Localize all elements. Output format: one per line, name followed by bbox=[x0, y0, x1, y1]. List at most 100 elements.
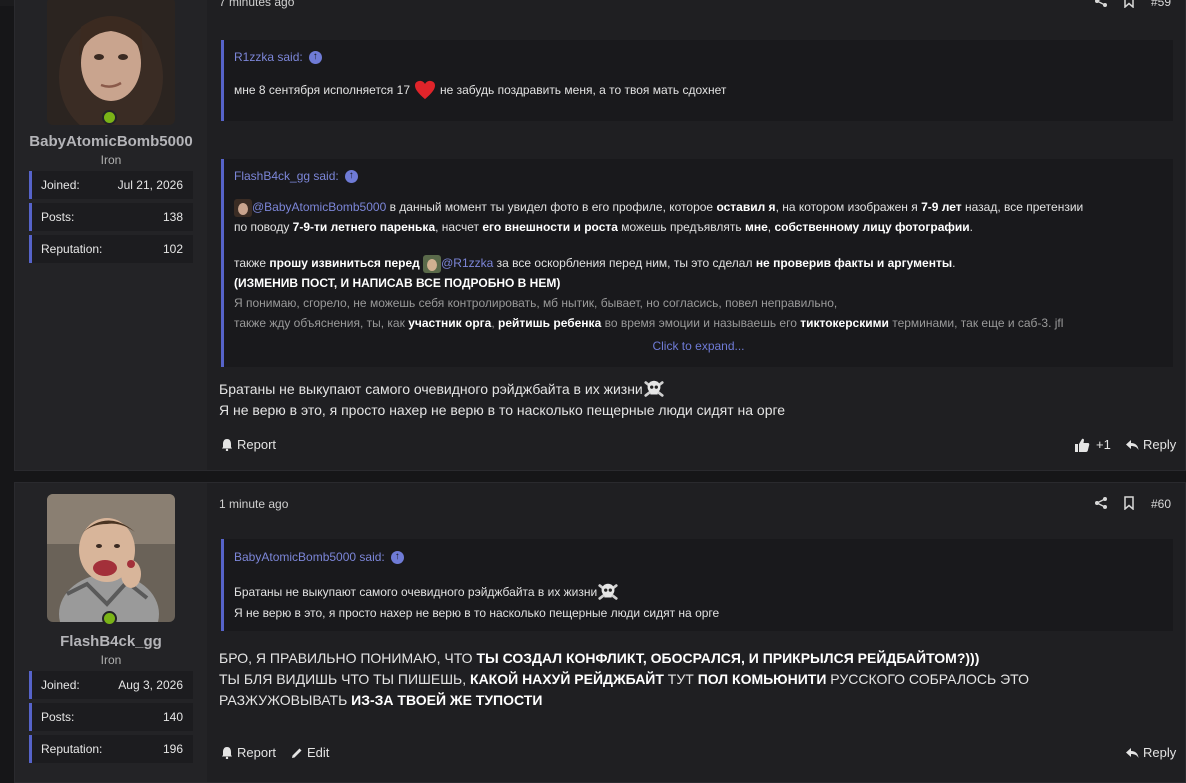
text: ТЫ БЛЯ ВИДИШЬ ЧТО ТЫ ПИШЕШЬ, bbox=[219, 671, 471, 687]
report-label[interactable]: Report bbox=[237, 437, 276, 452]
report-button[interactable]: Report bbox=[221, 745, 276, 760]
reaction-count[interactable]: +1 bbox=[1096, 437, 1111, 452]
quote-text-part: не забудь поздравить меня, а то твоя мат… bbox=[440, 83, 727, 97]
reply-button[interactable]: Reply bbox=[1125, 745, 1176, 760]
upvote-icon[interactable]: ↑ bbox=[308, 50, 322, 64]
text: назад, все претензии bbox=[961, 200, 1084, 214]
stat-label: Joined: bbox=[41, 178, 80, 192]
quote-author[interactable]: FlashB4ck_gg said: ↑ bbox=[234, 169, 358, 183]
user-mention[interactable]: @BabyAtomicBomb5000 bbox=[252, 200, 386, 214]
heart-emoji bbox=[415, 80, 435, 100]
stat-joined: Joined: Aug 3, 2026 bbox=[29, 671, 193, 699]
post-59: BabyAtomicBomb5000 Iron Joined: Jul 21, … bbox=[14, 0, 1186, 471]
edit-label[interactable]: Edit bbox=[307, 745, 329, 760]
quote-author-label[interactable]: R1zzka said: bbox=[234, 50, 303, 64]
stat-label: Posts: bbox=[41, 710, 75, 724]
stat-label: Reputation: bbox=[41, 242, 103, 256]
text: за все оскорбления перед ним, ты это сде… bbox=[493, 256, 756, 270]
bold-text: оставил я bbox=[716, 200, 776, 214]
bold-text: 7-9-ти летнего паренька bbox=[292, 220, 436, 234]
quote-block: BabyAtomicBomb5000 said: ↑ Братаны не вы… bbox=[221, 539, 1173, 631]
quote-author[interactable]: R1zzka said: ↑ bbox=[234, 50, 322, 64]
skull-emoji bbox=[644, 380, 664, 397]
expand-link[interactable]: Click to expand... bbox=[224, 339, 1173, 353]
report-button[interactable]: Report bbox=[221, 437, 276, 452]
stat-reputation: Reputation: 102 bbox=[29, 235, 193, 263]
quote-text: Братаны не выкупают самого очевидного рэ… bbox=[234, 581, 719, 623]
thumbs-up-icon bbox=[1075, 438, 1090, 452]
post-body: БРО, Я ПРАВИЛЬНО ПОНИМАЮ, ЧТО ТЫ СОЗДАЛ … bbox=[219, 648, 1029, 711]
report-label[interactable]: Report bbox=[237, 745, 276, 760]
bold-text: ИЗ-ЗА ТВОЕЙ ЖЕ ТУПОСТИ bbox=[351, 692, 543, 708]
avatar[interactable] bbox=[47, 0, 175, 125]
text: по поводу bbox=[234, 220, 293, 234]
mention-avatar bbox=[423, 254, 442, 273]
share-icon[interactable] bbox=[1093, 495, 1109, 511]
text: , на котором изображен я bbox=[775, 200, 922, 214]
bold-text: ТЫ СОЗДАЛ КОНФЛИКТ, ОБОСРАЛСЯ, И ПРИКРЫЛ… bbox=[476, 650, 980, 666]
stat-posts: Posts: 138 bbox=[29, 203, 193, 231]
stat-label: Posts: bbox=[41, 210, 75, 224]
post-number[interactable]: #60 bbox=[1151, 497, 1171, 511]
user-rank: Iron bbox=[100, 153, 122, 167]
skull-emoji bbox=[598, 583, 618, 600]
reply-label[interactable]: Reply bbox=[1143, 437, 1176, 452]
bold-text: КАКОЙ НАХУЙ РЕЙДЖБАЙТ bbox=[470, 671, 664, 687]
quote-author-label[interactable]: FlashB4ck_gg said: bbox=[234, 169, 339, 183]
reaction-summary[interactable]: +1 bbox=[1075, 437, 1111, 452]
body-line: Братаны не выкупают самого очевидного рэ… bbox=[219, 380, 643, 397]
stat-value: Aug 3, 2026 bbox=[118, 678, 183, 692]
reply-label[interactable]: Reply bbox=[1143, 745, 1176, 760]
text: ТУТ bbox=[663, 671, 698, 687]
bold-text: собственному лицу фотографии bbox=[774, 220, 970, 234]
reply-button[interactable]: Reply bbox=[1125, 437, 1176, 452]
bold-text: тиктокерскими bbox=[800, 316, 889, 330]
text: во время эмоции и называешь его bbox=[601, 316, 801, 330]
post-timestamp[interactable]: 1 minute ago bbox=[219, 497, 288, 511]
text: в данный момент ты увидел фото в его про… bbox=[386, 200, 717, 214]
bookmark-icon[interactable] bbox=[1121, 495, 1137, 511]
bold-text: ПОЛ КОМЬЮНИТИ bbox=[697, 671, 827, 687]
quote-author-label[interactable]: BabyAtomicBomb5000 said: bbox=[234, 550, 385, 564]
stat-reputation: Reputation: 196 bbox=[29, 735, 193, 763]
stat-value: 196 bbox=[162, 742, 183, 756]
upvote-icon[interactable]: ↑ bbox=[390, 550, 404, 564]
username[interactable]: BabyAtomicBomb5000 bbox=[15, 133, 207, 150]
stat-label: Joined: bbox=[41, 678, 80, 692]
bold-text: его внешности и роста bbox=[482, 220, 618, 234]
username[interactable]: FlashB4ck_gg bbox=[15, 633, 207, 650]
avatar[interactable] bbox=[47, 494, 175, 622]
text: . bbox=[969, 220, 973, 234]
text: также жду объяснения, ты, как bbox=[234, 316, 409, 330]
text: . bbox=[952, 256, 956, 270]
quote-block: R1zzka said: ↑ мне 8 сентября исполняетс… bbox=[221, 40, 1173, 121]
bold-text: рейтишь ребенка bbox=[498, 316, 602, 330]
quote-line: Братаны не выкупают самого очевидного рэ… bbox=[234, 585, 598, 599]
text: также bbox=[234, 256, 270, 270]
stat-value: 138 bbox=[162, 210, 183, 224]
post-number[interactable]: #59 bbox=[1151, 0, 1171, 9]
text: РУССКОГО СОБРАЛОСЬ ЭТО bbox=[826, 671, 1029, 687]
post-body: Братаны не выкупают самого очевидного рэ… bbox=[219, 378, 785, 421]
share-icon[interactable] bbox=[1093, 0, 1109, 9]
post-content: 7 minutes ago #59 R1zzka said: ↑ мне 8 с… bbox=[207, 0, 1185, 470]
bookmark-icon[interactable] bbox=[1121, 0, 1137, 9]
mention-avatar bbox=[234, 198, 252, 217]
post-60: FlashB4ck_gg Iron Joined: Aug 3, 2026 Po… bbox=[14, 482, 1186, 783]
text: Я понимаю, сгорело, не можешь себя контр… bbox=[234, 296, 838, 310]
bold-text: 7-9 лет bbox=[921, 200, 962, 214]
edit-button[interactable]: Edit bbox=[291, 745, 329, 760]
post-content: 1 minute ago #60 BabyAtomicBomb5000 said… bbox=[207, 483, 1185, 782]
text: можешь предъявлять bbox=[617, 220, 745, 234]
quote-text-part: мне 8 сентября исполняется 17 bbox=[234, 83, 410, 97]
body-line: Я не верю в это, я просто нахер не верю … bbox=[219, 402, 786, 418]
bold-text: участник орга bbox=[408, 316, 492, 330]
quote-author[interactable]: BabyAtomicBomb5000 said: ↑ bbox=[234, 550, 404, 564]
text: БРО, Я ПРАВИЛЬНО ПОНИМАЮ, ЧТО bbox=[219, 650, 477, 666]
quote-text: мне 8 сентября исполняется 17 не забудь … bbox=[234, 80, 726, 100]
quote-text: @BabyAtomicBomb5000 в данный момент ты у… bbox=[234, 197, 1164, 333]
upvote-icon[interactable]: ↑ bbox=[344, 169, 358, 183]
user-mention[interactable]: @R1zzka bbox=[441, 256, 493, 270]
text: терминами, так еще и саб-3. jfl bbox=[888, 316, 1064, 330]
post-timestamp[interactable]: 7 minutes ago bbox=[219, 0, 294, 9]
